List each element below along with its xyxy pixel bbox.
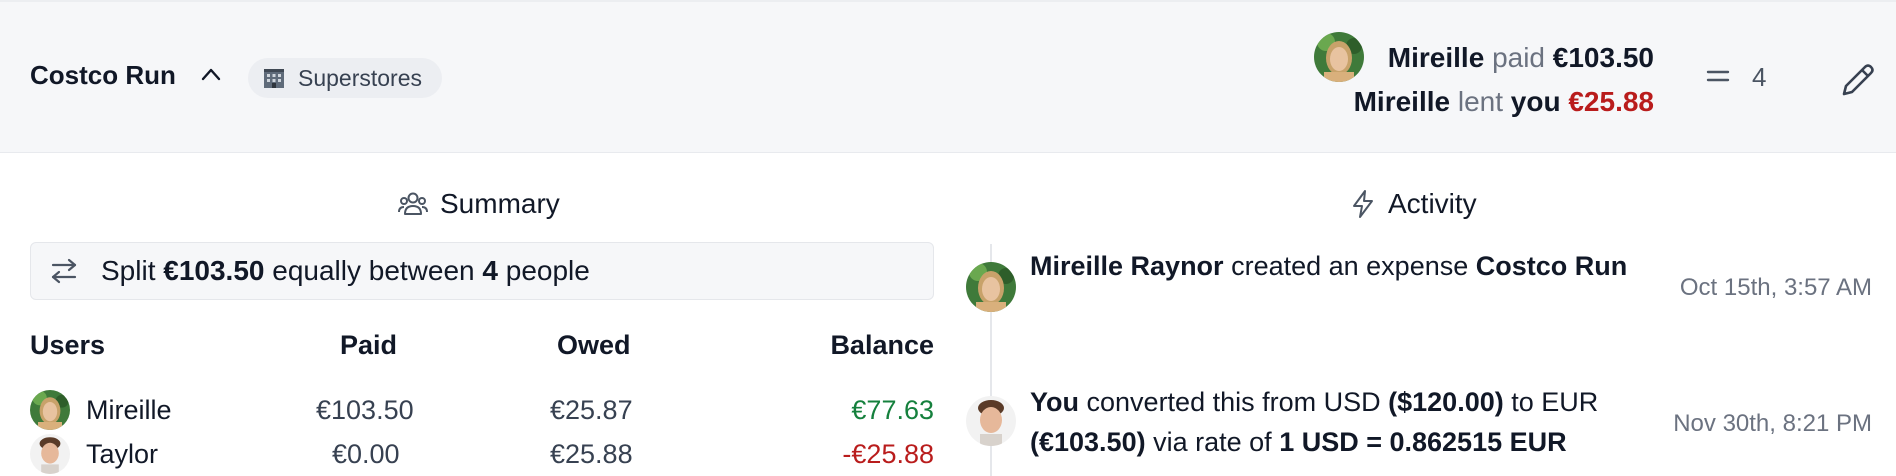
activity-action: created an expense (1231, 251, 1469, 281)
split-suffix: people (505, 255, 590, 286)
balance-value: -€25.88 (842, 439, 934, 469)
split-count: 4 (482, 255, 498, 286)
payer-name: Mireille (1387, 42, 1485, 73)
to-amount: (€103.50) (1030, 427, 1146, 457)
conversion-rate: 1 USD = 0.862515 EUR (1279, 427, 1567, 457)
activity-item: Mireille Raynor created an expense Costc… (1030, 246, 1650, 286)
you-word: you (1510, 86, 1561, 117)
avatar (30, 390, 70, 430)
split-middle: equally between (272, 255, 475, 286)
activity-time: Oct 15th, 3:57 AM (1679, 274, 1872, 301)
activity-heading-label: Activity (1388, 188, 1477, 219)
owed-value: €25.88 (550, 439, 633, 469)
split-amount: €103.50 (163, 255, 265, 286)
users-group-icon (398, 192, 428, 215)
split-text: Split €103.50 equally between 4 people (101, 255, 590, 287)
paid-summary: Mireille paid €103.50 (1388, 42, 1654, 74)
col-balance: Balance (830, 330, 934, 360)
expense-title: Costco Run (30, 60, 176, 90)
category-label: Superstores (298, 64, 423, 91)
avatar (30, 434, 70, 474)
chevron-up-icon[interactable] (200, 66, 222, 82)
activity-actor: Mireille Raynor (1030, 251, 1224, 281)
lent-amount: €25.88 (1568, 86, 1654, 117)
activity-text-3: via rate of (1153, 427, 1272, 457)
building-icon (264, 69, 284, 88)
activity-avatar (966, 262, 1016, 312)
col-paid: Paid (340, 330, 398, 360)
paid-amount: €103.50 (1552, 42, 1654, 73)
edit-pencil-icon[interactable] (1838, 60, 1878, 100)
lender-name: Mireille (1353, 86, 1451, 117)
balance-value: €77.63 (851, 395, 934, 425)
paid-value: €0.00 (332, 439, 400, 469)
lent-summary: Mireille lent you €25.88 (1354, 86, 1654, 118)
activity-target: Costco Run (1475, 251, 1628, 281)
activity-text-2: to EUR (1511, 387, 1599, 417)
equals-split-icon (1706, 70, 1730, 82)
activity-avatar (966, 396, 1016, 446)
split-description: Split €103.50 equally between 4 people (30, 242, 934, 300)
summary-heading-label: Summary (440, 188, 560, 219)
swap-arrows-icon (51, 258, 77, 284)
payer-avatar (1314, 32, 1364, 82)
paid-word: paid (1492, 42, 1545, 73)
from-amount: ($120.00) (1388, 387, 1504, 417)
split-prefix: Split (101, 255, 156, 286)
summary-heading: Summary (398, 188, 560, 220)
expense-header: Costco Run Superstores Mireille paid €10… (0, 0, 1896, 153)
lent-word: lent (1457, 86, 1504, 117)
lightning-icon (1353, 190, 1373, 218)
activity-heading: Activity (1350, 188, 1477, 220)
user-name: Taylor (86, 439, 159, 469)
activity-text-1: converted this from USD (1086, 387, 1381, 417)
activity-item: You converted this from USD ($120.00) to… (1030, 382, 1650, 462)
col-owed: Owed (557, 330, 631, 360)
activity-time: Nov 30th, 8:21 PM (1673, 410, 1872, 437)
owed-value: €25.87 (550, 395, 633, 425)
participant-count: 4 (1752, 62, 1767, 92)
paid-value: €103.50 (316, 395, 414, 425)
category-chip[interactable]: Superstores (248, 58, 443, 98)
col-users: Users (30, 330, 106, 360)
user-name: Mireille (86, 395, 172, 425)
activity-actor: You (1030, 387, 1079, 417)
